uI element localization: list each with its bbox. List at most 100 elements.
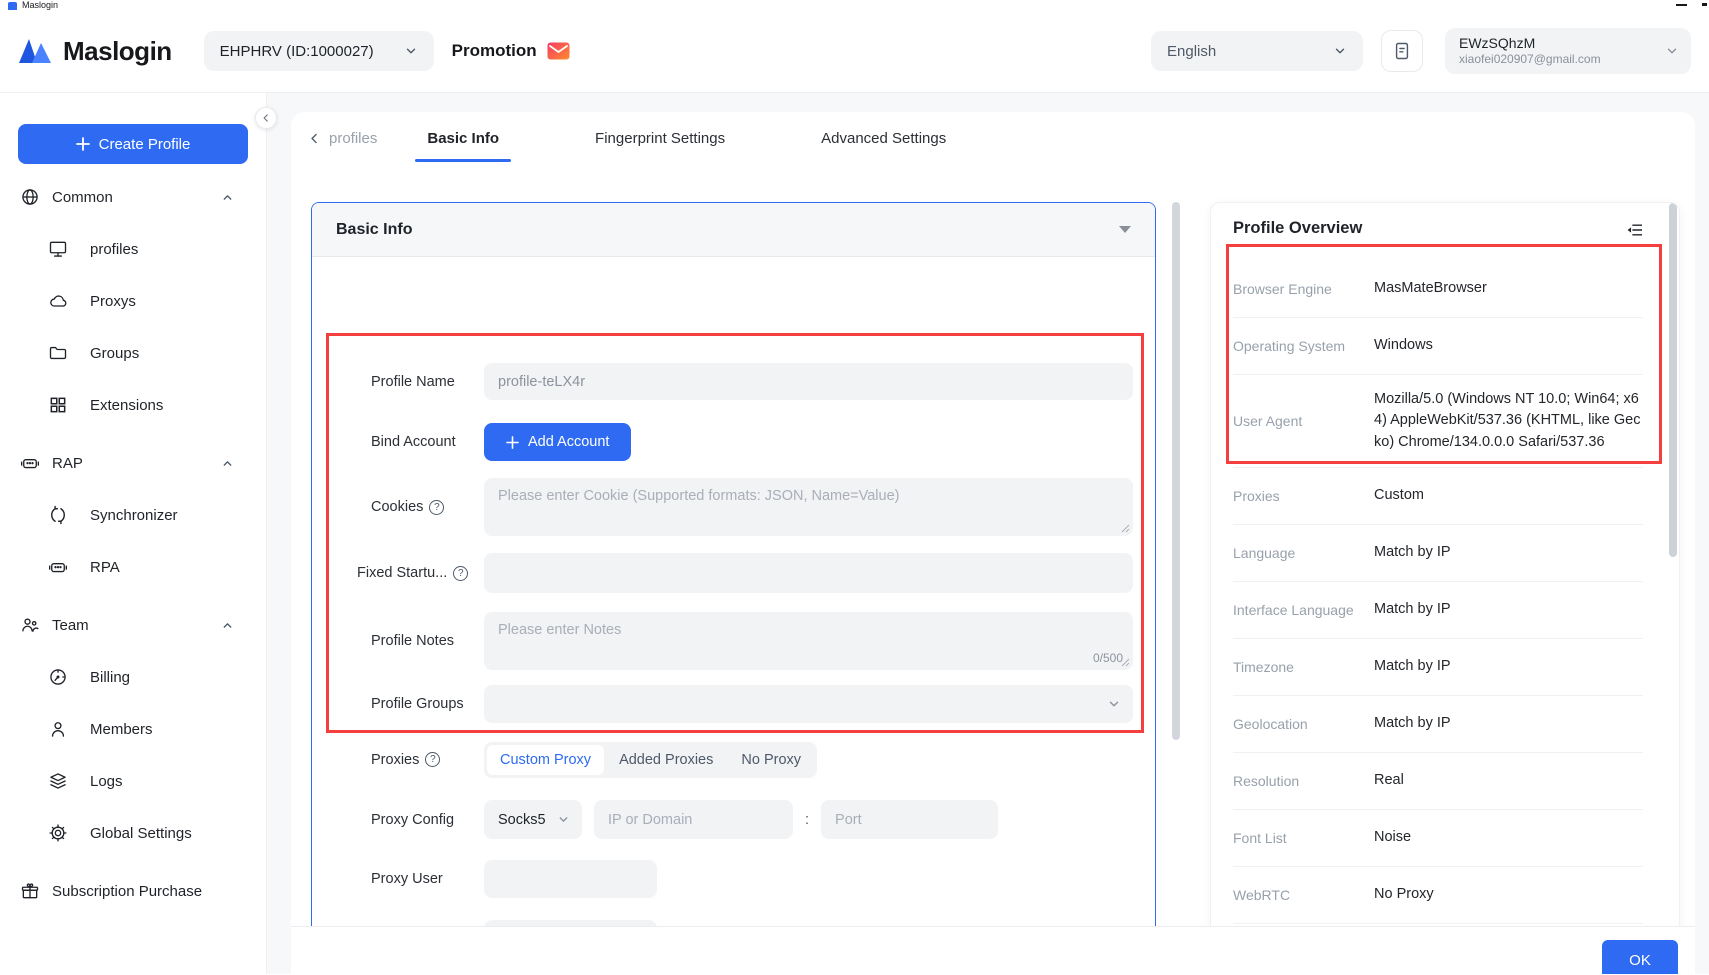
bind-account-label: Bind Account xyxy=(371,434,484,450)
overview-row-value: Match by IP xyxy=(1374,656,1643,677)
user-menu[interactable]: EWzSQhzM xiaofei020907@gmail.com xyxy=(1445,28,1691,74)
add-account-label: Add Account xyxy=(528,434,609,450)
sync-icon xyxy=(48,505,68,525)
cookies-textarea[interactable] xyxy=(484,478,1133,536)
promotion-link[interactable]: Promotion xyxy=(452,41,570,61)
help-icon[interactable]: ? xyxy=(453,566,468,581)
proxies-option-added[interactable]: Added Proxies xyxy=(606,745,726,775)
chevron-down-icon xyxy=(404,44,418,58)
sidebar-collapse-button[interactable] xyxy=(255,107,277,129)
sidebar-section-common[interactable]: Common xyxy=(0,171,266,223)
person-icon xyxy=(48,719,68,739)
proxy-user-row: Proxy User xyxy=(371,860,1133,898)
globe-icon xyxy=(20,187,40,207)
language-select[interactable]: English xyxy=(1151,31,1363,71)
sidebar-item-proxys[interactable]: Proxys xyxy=(0,275,266,327)
caret-down-icon[interactable] xyxy=(1119,226,1131,233)
overview-row-value: Custom xyxy=(1374,485,1643,506)
user-name: EWzSQhzM xyxy=(1459,35,1655,53)
sidebar-item-global-settings[interactable]: Global Settings xyxy=(0,807,266,859)
overview-row: Language Match by IP xyxy=(1233,525,1643,582)
panel-title: Basic Info xyxy=(336,221,412,239)
overview-row: Operating System Windows xyxy=(1233,318,1643,375)
tab-advanced-settings[interactable]: Advanced Settings xyxy=(811,112,956,165)
proxy-config-row: Proxy Config Socks5 : xyxy=(371,800,1133,839)
overview-row: Geolocation Match by IP xyxy=(1233,696,1643,753)
sidebar-item-billing[interactable]: Billing xyxy=(0,651,266,703)
sidebar-item-label: Extensions xyxy=(90,397,163,414)
sidebar-item-logs[interactable]: Logs xyxy=(0,755,266,807)
sidebar-item-synchronizer[interactable]: Synchronizer xyxy=(0,489,266,541)
team-icon xyxy=(20,615,40,635)
overview-row: User Agent Mozilla/5.0 (Windows NT 10.0;… xyxy=(1233,375,1643,468)
window-logo-icon xyxy=(8,2,17,10)
breadcrumb-back[interactable]: profiles xyxy=(308,130,377,147)
overview-row-value: Windows xyxy=(1374,335,1643,356)
chevron-up-icon xyxy=(221,619,234,632)
overview-scrollbar[interactable] xyxy=(1669,203,1677,557)
gift-icon xyxy=(20,881,40,901)
overview-row-label: Language xyxy=(1233,545,1374,561)
proxy-protocol-select[interactable]: Socks5 xyxy=(484,800,582,839)
robot-icon xyxy=(48,557,68,577)
proxies-option-none[interactable]: No Proxy xyxy=(728,745,814,775)
sidebar-item-groups[interactable]: Groups xyxy=(0,327,266,379)
overview-row-label: Timezone xyxy=(1233,659,1374,675)
brand-name: Maslogin xyxy=(63,36,172,67)
profile-groups-select[interactable] xyxy=(484,685,1133,723)
workspace-select[interactable]: EHPHRV (ID:1000027) xyxy=(204,31,434,71)
chevron-down-icon xyxy=(1107,697,1121,711)
sidebar-item-profiles[interactable]: profiles xyxy=(0,223,266,275)
ok-button[interactable]: OK xyxy=(1602,940,1678,974)
tab-basic-info[interactable]: Basic Info xyxy=(417,112,509,165)
proxy-user-input[interactable] xyxy=(484,860,657,898)
create-profile-button[interactable]: Create Profile xyxy=(18,124,248,164)
help-icon[interactable]: ? xyxy=(425,752,440,767)
basic-info-panel-header[interactable]: Basic Info xyxy=(312,203,1155,257)
proxies-option-custom[interactable]: Custom Proxy xyxy=(487,745,604,775)
profile-name-input[interactable] xyxy=(484,363,1133,400)
overview-row-label: Operating System xyxy=(1233,338,1374,354)
sidebar-item-subscription-purchase[interactable]: Subscription Purchase xyxy=(0,865,266,917)
tab-fingerprint-settings[interactable]: Fingerprint Settings xyxy=(585,112,735,165)
sidebar-item-members[interactable]: Members xyxy=(0,703,266,755)
chevron-left-icon xyxy=(308,132,321,145)
document-icon xyxy=(1392,41,1412,61)
ip-port-separator: : xyxy=(805,812,809,828)
bind-account-row: Bind Account Add Account xyxy=(371,423,1133,461)
fixed-startup-input[interactable] xyxy=(484,553,1133,593)
profile-groups-row: Profile Groups xyxy=(371,685,1133,723)
minimize-icon[interactable] xyxy=(1676,4,1687,6)
proxies-row: Proxies ? Custom Proxy Added Proxies No … xyxy=(371,741,1133,778)
overview-row: Interface Language Match by IP xyxy=(1233,582,1643,639)
tabs-row: profiles Basic Info Fingerprint Settings… xyxy=(291,112,1695,165)
sidebar: Create Profile Common xyxy=(0,93,267,974)
monitor-icon xyxy=(48,239,68,259)
overview-row-label: WebRTC xyxy=(1233,887,1374,903)
fixed-startup-label-text: Fixed Startu... xyxy=(357,565,447,581)
sidebar-section-team[interactable]: Team xyxy=(0,599,266,651)
add-account-button[interactable]: Add Account xyxy=(484,423,631,461)
overview-title: Profile Overview xyxy=(1233,219,1362,238)
proxy-ip-input[interactable] xyxy=(594,800,793,839)
proxy-port-input[interactable] xyxy=(821,800,998,839)
sidebar-item-label: Logs xyxy=(90,773,123,790)
overview-row: Font List Noise xyxy=(1233,810,1643,867)
docs-button[interactable] xyxy=(1381,30,1423,72)
sidebar-item-rpa[interactable]: RPA xyxy=(0,541,266,593)
profile-notes-textarea[interactable] xyxy=(484,612,1133,670)
collapse-panel-icon[interactable] xyxy=(1627,223,1643,237)
profile-groups-label: Profile Groups xyxy=(371,696,484,712)
sidebar-nav: Common profiles Proxy xyxy=(0,171,266,917)
sidebar-item-extensions[interactable]: Extensions xyxy=(0,379,266,431)
proxy-user-label: Proxy User xyxy=(371,871,484,887)
overview-row-value: Noise xyxy=(1374,827,1643,848)
plus-icon xyxy=(76,137,90,151)
overview-row: Resolution Real xyxy=(1233,753,1643,810)
sidebar-section-rap[interactable]: RAP xyxy=(0,437,266,489)
content-scrollbar[interactable] xyxy=(1172,202,1180,740)
envelope-icon xyxy=(547,42,570,60)
help-icon[interactable]: ? xyxy=(429,500,444,515)
sidebar-item-label: RPA xyxy=(90,559,120,576)
gauge-icon xyxy=(48,667,68,687)
